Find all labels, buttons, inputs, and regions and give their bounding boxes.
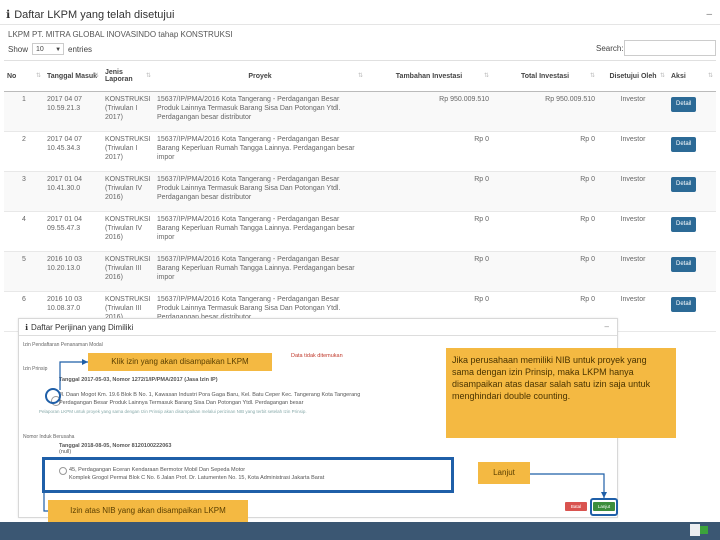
arrow-klik — [59, 361, 88, 390]
callout-izin-nib: Izin atas NIB yang akan disampaikan LKPM — [48, 500, 248, 522]
callout-klik: Klik izin yang akan disampaikan LKPM — [88, 353, 272, 371]
footer-decoration — [690, 524, 700, 536]
footer-bar — [0, 522, 720, 540]
arrow-lanjut — [530, 473, 605, 498]
annotation-arrows — [43, 359, 607, 512]
footer-decoration — [700, 526, 708, 534]
callout-lanjut: Lanjut — [478, 462, 530, 484]
arrow-head-icon — [601, 492, 607, 498]
callout-double-counting: Jika perusahaan memiliki NIB untuk proye… — [446, 348, 676, 438]
